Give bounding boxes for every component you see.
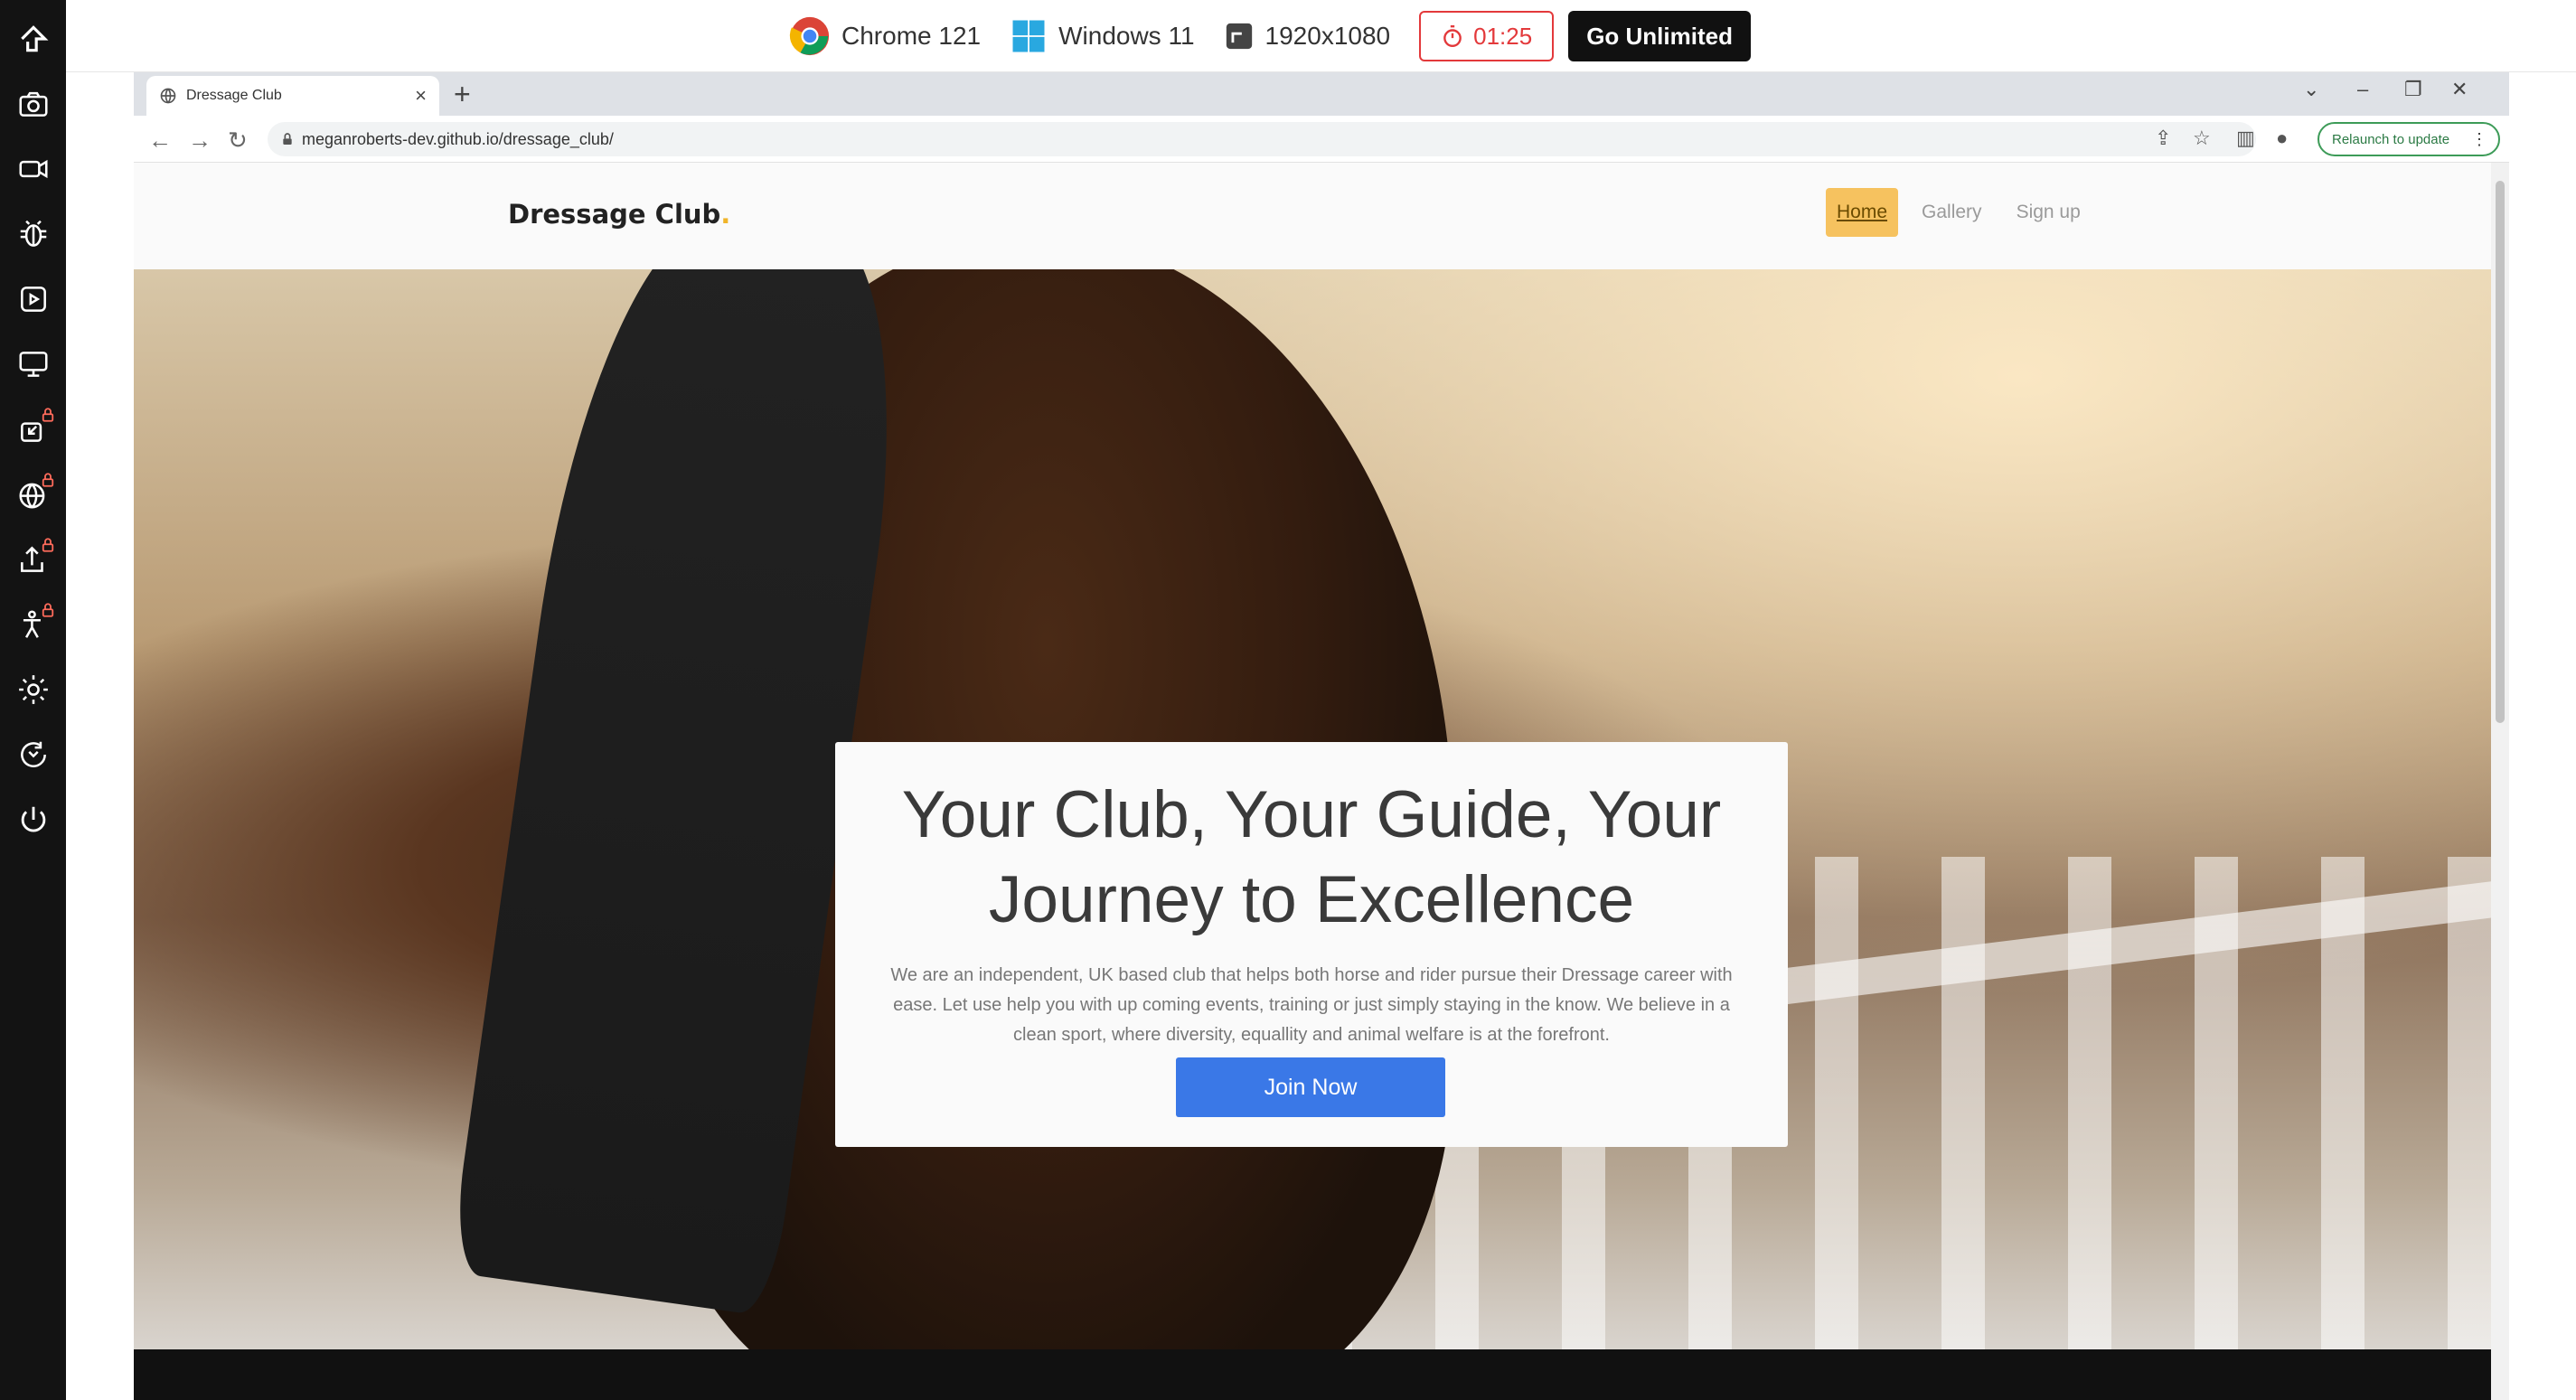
browser-tab[interactable]: Dressage Club × <box>146 76 439 116</box>
browser-toolbar: ← → ↻ meganroberts-dev.github.io/dressag… <box>134 116 2509 163</box>
playback-icon[interactable] <box>11 277 56 322</box>
share-icon[interactable]: ⇪ <box>2155 127 2171 150</box>
tool-sidebar <box>0 0 66 1400</box>
forward-icon[interactable]: → <box>188 127 212 155</box>
side-panel-icon[interactable]: ▥ <box>2236 127 2255 150</box>
monitor-icon[interactable] <box>11 342 56 387</box>
nav-sign-up[interactable]: Sign up <box>2006 188 2092 237</box>
relaunch-button[interactable]: Relaunch to update ⋮ <box>2317 122 2500 156</box>
tab-close-icon[interactable]: × <box>415 84 427 108</box>
hero-card: Your Club, Your Guide, Your Journey to E… <box>835 742 1788 1147</box>
accessibility-icon[interactable] <box>11 602 56 647</box>
video-icon[interactable] <box>11 146 56 192</box>
go-unlimited-button[interactable]: Go Unlimited <box>1568 11 1751 61</box>
browser-info: Chrome 121 <box>789 15 981 57</box>
windows-icon <box>1012 20 1045 52</box>
os-info: Windows 11 <box>1010 17 1195 55</box>
tab-strip: Dressage Club × + ⌄ – ❐ ✕ <box>134 72 2509 116</box>
os-version: Windows 11 <box>1058 22 1195 50</box>
timer-value: 01:25 <box>1473 22 1533 50</box>
session-bar: Chrome 121 Windows 11 1920x1080 01:25 Go… <box>66 0 2576 72</box>
close-window-icon[interactable]: ✕ <box>2451 78 2468 101</box>
back-icon[interactable]: ← <box>148 127 172 155</box>
resolution-icon <box>1226 23 1252 50</box>
brand-name: Dressage Club <box>508 199 721 230</box>
url-text: meganroberts-dev.github.io/dressage_club… <box>302 129 614 148</box>
browser-version: Chrome 121 <box>841 22 982 50</box>
session-timer[interactable]: 01:25 <box>1419 11 1555 61</box>
hero-description: We are an independent, UK based club tha… <box>890 965 1733 1045</box>
new-tab-button[interactable]: + <box>454 78 471 111</box>
page-scrollbar[interactable] <box>2491 163 2509 1400</box>
browser-window: Dressage Club × + ⌄ – ❐ ✕ ← → ↻ meganrob… <box>134 72 2509 1400</box>
nav-home[interactable]: Home <box>1826 188 1899 237</box>
resolution-info: 1920x1080 <box>1224 21 1391 52</box>
page-viewport: Dressage Club. Home Gallery Sign up Your… <box>134 163 2491 1400</box>
hero-title: Your Club, Your Guide, Your Journey to E… <box>901 778 1722 936</box>
menu-dots-icon[interactable]: ⋮ <box>2471 130 2487 149</box>
camera-icon[interactable] <box>11 81 56 127</box>
resolution-value: 1920x1080 <box>1264 22 1391 50</box>
globe-icon[interactable] <box>11 472 56 517</box>
chrome-icon <box>789 16 830 56</box>
page-footer-strip <box>134 1349 2491 1400</box>
bug-icon[interactable] <box>11 211 56 257</box>
switch-icon[interactable] <box>11 732 56 777</box>
profile-icon[interactable]: ● <box>2276 127 2288 150</box>
tab-title: Dressage Club <box>186 88 282 103</box>
upload-icon[interactable] <box>11 537 56 582</box>
scroll-thumb[interactable] <box>2496 181 2505 723</box>
brand-dot: . <box>720 199 731 230</box>
relaunch-label: Relaunch to update <box>2332 131 2450 147</box>
logo-icon[interactable] <box>11 16 56 61</box>
join-now-button[interactable]: Join Now <box>1176 1057 1445 1117</box>
site-nav: Home Gallery Sign up <box>1826 188 2104 237</box>
stopwatch-icon <box>1443 24 1462 48</box>
power-icon[interactable] <box>11 797 56 842</box>
site-brand[interactable]: Dressage Club. <box>508 199 730 230</box>
nav-gallery[interactable]: Gallery <box>1911 188 1993 237</box>
hero-image: Your Club, Your Guide, Your Journey to E… <box>134 269 2491 1349</box>
site-header: Dressage Club. Home Gallery Sign up <box>134 163 2491 269</box>
tab-search-icon[interactable]: ⌄ <box>2303 78 2319 101</box>
bookmark-star-icon[interactable]: ☆ <box>2193 127 2211 150</box>
globe-icon <box>160 88 176 104</box>
lock-icon <box>283 133 292 145</box>
transfer-icon[interactable] <box>11 407 56 452</box>
restore-icon[interactable]: ❐ <box>2404 78 2422 101</box>
address-bar[interactable]: meganroberts-dev.github.io/dressage_club… <box>268 122 2256 156</box>
settings-icon[interactable] <box>11 667 56 712</box>
minimize-icon[interactable]: – <box>2357 78 2368 101</box>
reload-icon[interactable]: ↻ <box>228 127 248 155</box>
